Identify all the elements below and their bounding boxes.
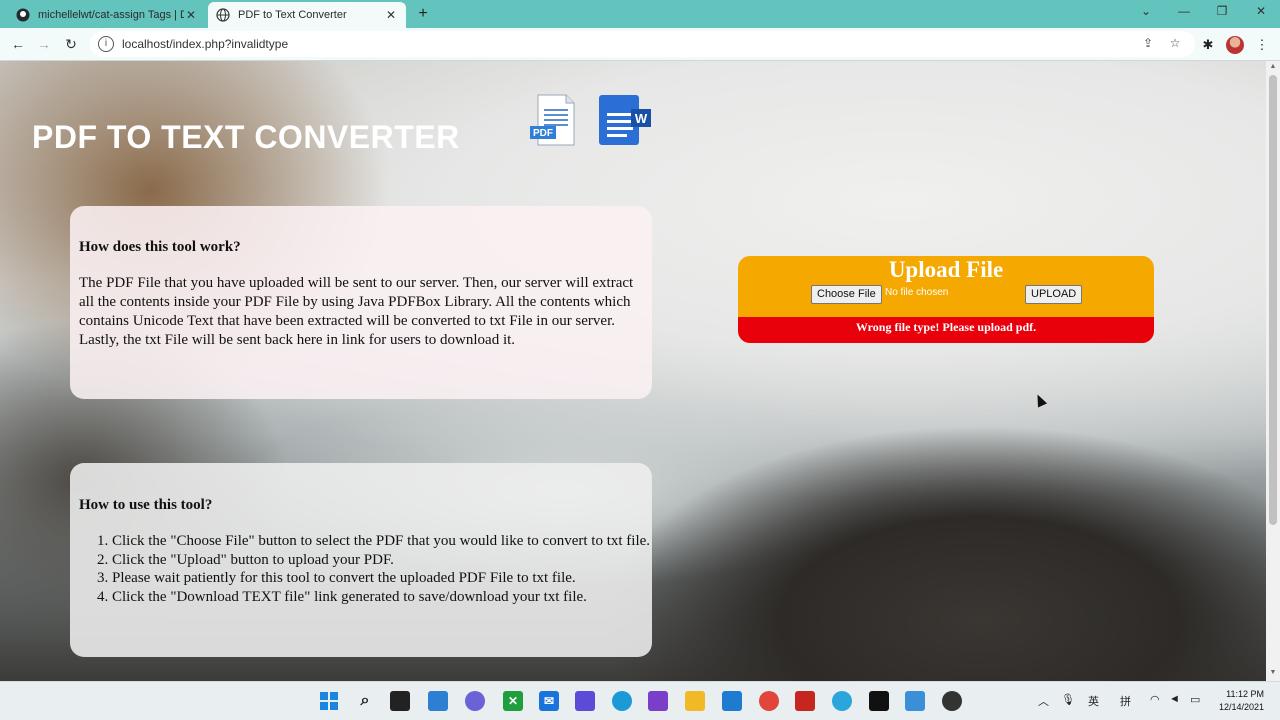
xbox-icon[interactable]: ✕ [503,691,523,711]
word-label: W [635,111,648,126]
page-title: PDF TO TEXT CONVERTER [32,119,460,155]
step-item: Click the "Choose File" button to select… [112,532,672,551]
forward-icon[interactable]: → [34,34,54,54]
github-icon [16,8,30,22]
step-item: Click the "Upload" button to upload your… [112,551,672,570]
tab-github[interactable]: michellelwt/cat-assign Tags | Do ✕ [8,2,206,28]
close-tab-icon[interactable]: ✕ [384,8,398,22]
new-tab-button[interactable]: + [414,5,432,23]
widgets-icon[interactable] [428,691,448,711]
maximize-button[interactable]: ❐ [1212,4,1232,18]
obs-icon[interactable] [942,691,962,711]
step-item: Click the "Download TEXT file" link gene… [112,588,672,607]
tab-pdf-converter[interactable]: PDF to Text Converter ✕ [208,2,406,28]
menu-icon[interactable]: ⋮ [1254,37,1270,53]
notepad-icon[interactable] [905,691,925,711]
globe-icon [216,8,230,22]
browser-toolbar: ← → ↻ i localhost/index.php?invalidtype … [0,28,1280,61]
extensions-icon[interactable]: ✱ [1200,37,1216,53]
back-icon[interactable]: ← [8,34,28,54]
microphone-icon[interactable]: 🎙 [1061,693,1075,706]
pdf-file-icon: PDF [530,94,575,146]
tab-title: PDF to Text Converter [238,9,347,21]
tab-title: michellelwt/cat-assign Tags | Do [38,9,184,21]
upload-title: Upload File [888,257,1004,282]
steps-list: Click the "Choose File" button to select… [79,532,672,607]
whiteboard-icon[interactable] [575,691,595,711]
error-message: Wrong file type! Please upload pdf. [855,320,1037,334]
reload-icon[interactable]: ↻ [61,34,81,54]
page-viewport: PDF TO TEXT CONVERTER PDF W How does thi… [0,61,1266,681]
vertical-scrollbar[interactable]: ▲ ▼ [1266,61,1280,681]
ime-pinyin-label[interactable]: 拼 [1120,693,1131,709]
edge-icon[interactable] [612,691,632,711]
os-taskbar: ⌕ ✕ ✉ ︿ 🎙 英 拼 ◠ ◄ ▭ 11:12 PM 12/14/2021 [0,681,1280,720]
how-it-works-body: The PDF File that you have uploaded will… [79,275,634,348]
windows-start-icon[interactable] [319,691,339,711]
how-it-works-title: How does this tool work? [79,239,241,255]
scroll-up-icon[interactable]: ▲ [1269,63,1277,71]
choose-file-button[interactable]: Choose File [811,285,882,304]
upload-form: Upload File Choose File No file chosen U… [738,256,1154,343]
address-bar[interactable]: i localhost/index.php?invalidtype [90,31,1195,57]
chrome-icon[interactable] [759,691,779,711]
volume-icon[interactable]: ◄ [1169,693,1180,705]
url-text: localhost/index.php?invalidtype [122,37,289,51]
tray-overflow-icon[interactable]: ︿ [1038,693,1049,709]
tab-strip: michellelwt/cat-assign Tags | Do ✕ PDF t… [0,0,1280,28]
close-tab-icon[interactable]: ✕ [184,8,198,22]
vscode-icon[interactable] [722,691,742,711]
battery-icon[interactable]: ▭ [1190,693,1200,706]
scrollbar-thumb[interactable] [1269,75,1277,525]
how-it-works-panel: How does this tool work? The PDF File th… [70,206,652,399]
wifi-icon[interactable]: ◠ [1150,693,1160,706]
acrobat-icon[interactable] [795,691,815,711]
minimize-button[interactable]: — [1174,4,1194,18]
bookmark-star-icon[interactable]: ☆ [1167,36,1183,52]
how-to-use-panel: How to use this tool? Click the "Choose … [70,463,652,657]
scroll-down-icon[interactable]: ▼ [1269,669,1277,677]
telegram-icon[interactable] [832,691,852,711]
how-to-use-title: How to use this tool? [79,497,213,513]
task-view-icon[interactable] [390,691,410,711]
system-clock[interactable]: 11:12 PM 12/14/2021 [1212,688,1264,714]
file-explorer-icon[interactable] [685,691,705,711]
upload-button[interactable]: UPLOAD [1025,285,1083,304]
share-icon[interactable]: ⇪ [1140,36,1156,52]
profile-avatar[interactable] [1226,36,1244,54]
step-item: Please wait patiently for this tool to c… [112,569,672,588]
close-window-button[interactable]: ✕ [1251,4,1271,18]
error-message-bar: Wrong file type! Please upload pdf. [738,317,1154,343]
clock-date: 12/14/2021 [1218,702,1264,712]
tab-search-icon[interactable]: ⌄ [1136,4,1156,18]
clock-time: 11:12 PM [1226,689,1264,699]
chat-icon[interactable] [465,691,485,711]
capcut-icon[interactable] [869,691,889,711]
mail-icon[interactable]: ✉ [539,691,559,711]
word-file-icon: W [599,95,651,145]
info-icon[interactable]: i [98,36,114,52]
no-file-chosen-label: No file chosen [885,287,949,298]
ime-english-label[interactable]: 英 [1088,693,1099,709]
visual-studio-icon[interactable] [648,691,668,711]
pdf-label: PDF [533,128,553,139]
search-icon[interactable]: ⌕ [355,691,375,711]
